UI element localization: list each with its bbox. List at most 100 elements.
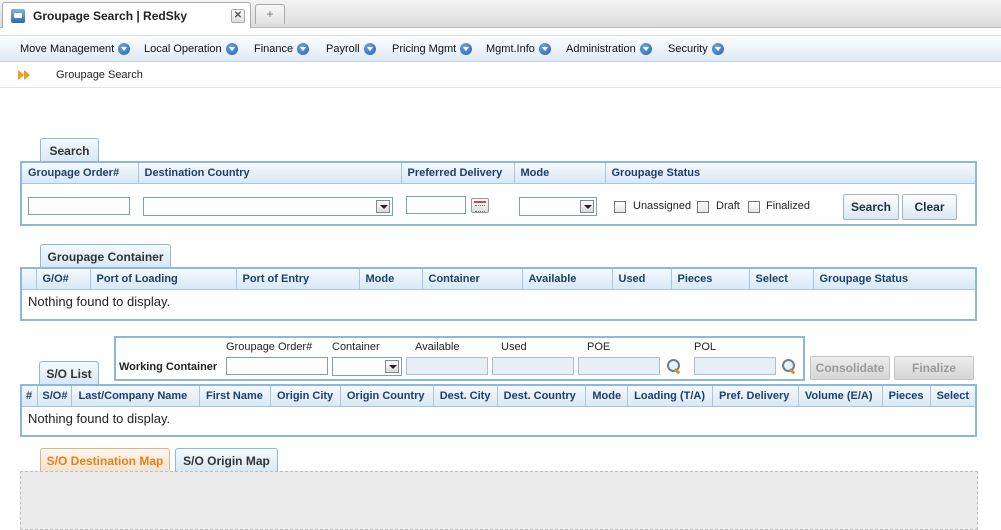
menu-finance[interactable]: Finance [254, 41, 310, 57]
chevron-down-icon[interactable] [225, 43, 238, 55]
menu-move-management[interactable]: Move Management [20, 41, 131, 57]
wc-poe-input[interactable] [578, 357, 660, 375]
finalized-label: Finalized [766, 200, 811, 212]
plus-icon: + [266, 7, 274, 21]
map-area[interactable] [20, 471, 978, 530]
menu-label: Security [668, 43, 708, 55]
menu-local-operation[interactable]: Local Operation [144, 41, 238, 57]
chevron-down-icon[interactable] [460, 43, 473, 55]
close-icon[interactable]: ✕ [231, 9, 245, 23]
field-label-used: Used [501, 341, 527, 353]
menu-label: Finance [254, 43, 294, 55]
dropdown-arrow-icon[interactable] [385, 360, 399, 373]
tab-label: S/O Destination Map [46, 453, 164, 468]
header-port-of-entry: Port of Entry [236, 269, 360, 290]
chevron-down-icon[interactable] [118, 43, 131, 55]
header-groupage-order: Groupage Order# [22, 163, 139, 184]
clear-button[interactable]: Clear [902, 194, 957, 220]
breadcrumb: Groupage Search [0, 63, 1001, 88]
header-origin-country: Origin Country [340, 386, 434, 407]
menu-label: Local Operation [144, 43, 222, 55]
tab-label: Groupage Container [47, 249, 164, 264]
header-port-of-loading: Port of Loading [90, 269, 237, 290]
dropdown-arrow-icon[interactable] [376, 200, 390, 213]
field-label-available: Available [415, 341, 460, 353]
chevron-down-icon[interactable] [297, 43, 310, 55]
tab-so-list[interactable]: S/O List [39, 361, 99, 385]
empty-message: Nothing found to display. [28, 293, 171, 309]
tab-groupage-container[interactable]: Groupage Container [40, 244, 171, 268]
header-groupage-status: Groupage Status [813, 269, 975, 290]
menu-administration[interactable]: Administration [566, 41, 652, 57]
so-list-panel: # S/O# Last/Company Name First Name Orig… [20, 384, 977, 437]
unassigned-label: Unassigned [633, 200, 692, 212]
menu-label: Pricing Mgmt [392, 43, 457, 55]
header-index: # [22, 386, 39, 407]
tab-so-origin-map[interactable]: S/O Origin Map [175, 448, 278, 472]
dropdown-arrow-icon[interactable] [580, 200, 594, 213]
menu-security[interactable]: Security [668, 41, 724, 57]
header-select: Select [749, 269, 814, 290]
finalized-checkbox[interactable] [748, 201, 760, 213]
tab-so-destination-map[interactable]: S/O Destination Map [40, 448, 170, 472]
header-last-company-name: Last/Company Name [71, 386, 201, 407]
wc-container-select[interactable] [332, 357, 402, 376]
header-pref-delivery: Pref. Delivery [712, 386, 799, 407]
header-first-name: First Name [199, 386, 271, 407]
wc-groupage-order-input[interactable] [226, 357, 328, 375]
draft-checkbox[interactable] [697, 201, 709, 213]
menu-pricing-mgmt[interactable]: Pricing Mgmt [392, 41, 473, 57]
menu-label: Administration [566, 43, 636, 55]
search-button[interactable]: Search [843, 194, 899, 220]
menu-mgmt-info[interactable]: Mgmt.Info [486, 41, 551, 57]
wc-used-input [492, 357, 574, 375]
new-tab-button[interactable]: + [255, 4, 285, 24]
browser-tab[interactable]: Groupage Search | RedSky ✕ [2, 2, 251, 28]
header-volume: Volume (E/A) [798, 386, 883, 407]
groupage-order-input[interactable] [28, 197, 130, 215]
unassigned-checkbox[interactable] [614, 201, 626, 213]
consolidate-button[interactable]: Consolidate [810, 356, 890, 380]
field-label-pol: POL [694, 341, 717, 353]
menu-label: Payroll [326, 43, 360, 55]
field-label-groupage-order: Groupage Order# [226, 341, 313, 353]
tab-search[interactable]: Search [40, 138, 99, 162]
header-available: Available [522, 269, 613, 290]
finalize-button[interactable]: Finalize [894, 356, 974, 380]
field-label-poe: POE [587, 341, 611, 353]
header-go-number: G/O# [36, 269, 91, 290]
draft-label: Draft [716, 200, 740, 212]
pol-lookup-icon[interactable] [781, 358, 797, 374]
browser-tabbar: Groupage Search | RedSky ✕ + [0, 0, 1001, 28]
header-mode: Mode [514, 163, 606, 184]
header-pieces: Pieces [671, 269, 750, 290]
header-dest-city: Dest. City [433, 386, 498, 407]
redsky-favicon-icon [11, 8, 25, 23]
working-container-label: Working Container [119, 361, 218, 373]
chevron-down-icon[interactable] [363, 43, 376, 55]
breadcrumb-label: Groupage Search [56, 69, 143, 81]
mode-select[interactable] [519, 197, 597, 216]
header-loading: Loading (T/A) [627, 386, 714, 407]
double-arrow-icon [18, 70, 32, 80]
header-destination-country: Destination Country [138, 163, 402, 184]
working-container-panel: Working Container Groupage Order# Contai… [114, 336, 805, 381]
field-label-container: Container [332, 341, 380, 353]
preferred-delivery-input[interactable] [406, 196, 466, 214]
tab-label: S/O List [46, 366, 92, 381]
chevron-down-icon[interactable] [538, 43, 551, 55]
destination-country-select[interactable] [143, 197, 393, 216]
search-panel: Groupage Order# Destination Country Pref… [20, 161, 977, 226]
chevron-down-icon[interactable] [639, 43, 652, 55]
wc-pol-input[interactable] [694, 357, 776, 375]
calendar-icon[interactable] [471, 198, 489, 213]
poe-lookup-icon[interactable] [666, 358, 682, 374]
tab-label: S/O Origin Map [183, 453, 270, 468]
empty-message: Nothing found to display. [28, 410, 171, 426]
chevron-down-icon[interactable] [711, 43, 724, 55]
header-preferred-delivery: Preferred Delivery [401, 163, 515, 184]
header-blank [22, 269, 37, 290]
menu-payroll[interactable]: Payroll [326, 41, 376, 57]
header-so-number: S/O# [37, 386, 73, 407]
header-mode: Mode [359, 269, 423, 290]
